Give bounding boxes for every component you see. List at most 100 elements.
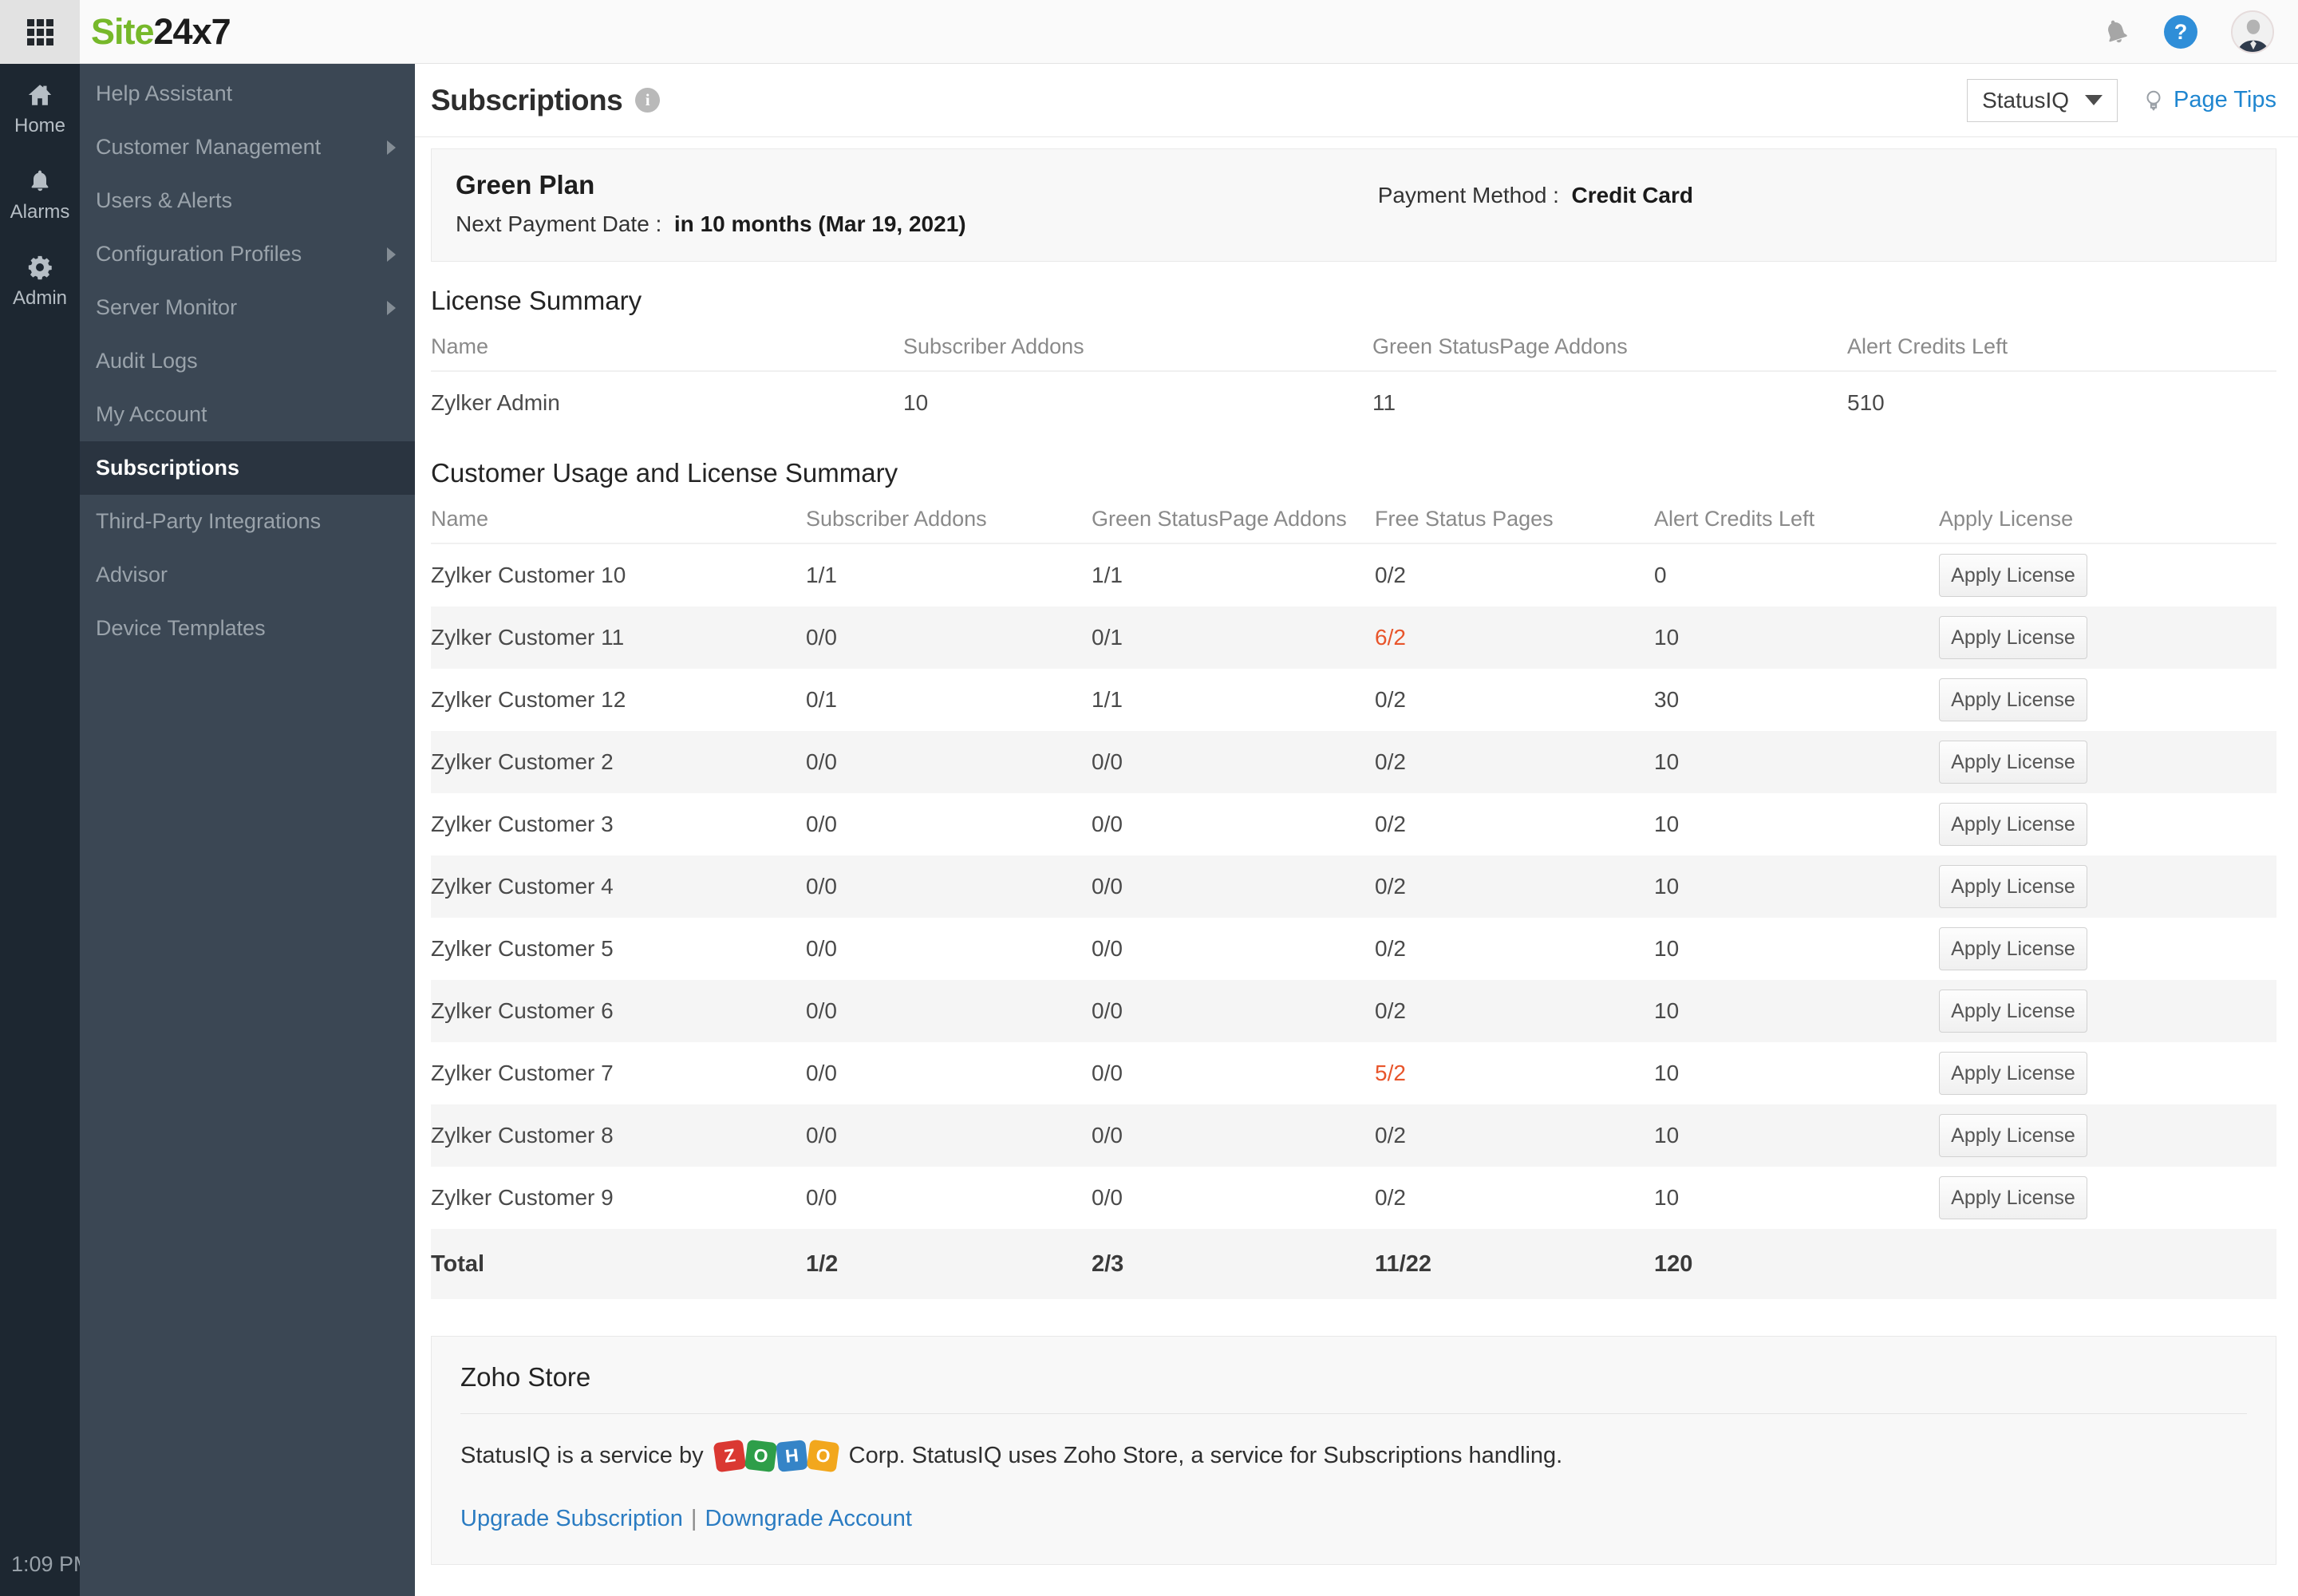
sidebar-menu-item[interactable]: Customer Management (80, 120, 415, 174)
logo-247-text: 24x7 (153, 11, 231, 52)
green-statuspage-addons-cell: 0/0 (1092, 936, 1123, 961)
sidebar-menu-item[interactable]: Users & Alerts (80, 174, 415, 227)
customer-name-cell: Zylker Customer 10 (431, 563, 626, 587)
top-bar: Site 24x7 ? (0, 0, 2298, 64)
upgrade-subscription-link[interactable]: Upgrade Subscription (460, 1506, 683, 1531)
free-status-pages-cell: 6/2 (1375, 625, 1406, 650)
subscriber-addons-cell: 0/0 (806, 936, 837, 961)
rail-item-label: Home (14, 115, 66, 136)
app-grid-button[interactable] (0, 0, 80, 64)
license-summary-table: Name Subscriber Addons Green StatusPage Ad… (431, 322, 2276, 434)
submenu-arrow-icon (387, 140, 396, 155)
apply-license-button[interactable]: Apply License (1939, 678, 2087, 721)
customer-name-cell: Zylker Customer 9 (431, 1185, 614, 1210)
next-payment-value: in 10 months (Mar 19, 2021) (673, 211, 966, 236)
rail-item-label: Alarms (10, 201, 70, 223)
sidebar-menu-item[interactable]: My Account (80, 388, 415, 441)
downgrade-account-link[interactable]: Downgrade Account (705, 1506, 912, 1531)
alert-credits-left-cell: 10 (1654, 998, 1680, 1023)
sidebar-menu-item[interactable]: Server Monitor (80, 281, 415, 334)
page-title: Subscriptions (431, 83, 623, 117)
page-tips-link[interactable]: Page Tips (2142, 87, 2276, 113)
sidebar-item-label: Device Templates (96, 616, 266, 640)
sidebar-menu-item[interactable]: Advisor (80, 548, 415, 602)
sidebar-menu-item[interactable]: Third-Party Integrations (80, 495, 415, 548)
column-header: Name (431, 506, 489, 531)
site24x7-logo: Site 24x7 (91, 0, 231, 64)
sidebar-menu-item[interactable]: Device Templates (80, 602, 415, 655)
page-header: Subscriptions i StatusIQ Page Tips (415, 64, 2298, 137)
free-status-pages-cell: 0/2 (1375, 1123, 1406, 1148)
apply-license-button[interactable]: Apply License (1939, 1176, 2087, 1219)
green-statuspage-addons-cell: 0/0 (1092, 1123, 1123, 1148)
user-avatar[interactable] (2231, 10, 2274, 53)
apply-license-button[interactable]: Apply License (1939, 616, 2087, 659)
free-status-pages-cell: 0/2 (1375, 1185, 1406, 1210)
zoho-store-panel: Zoho Store StatusIQ is a service by ZOHO… (431, 1336, 2276, 1565)
table-row: Zylker Customer 11 0/0 0/1 6/2 10 Apply … (431, 606, 2276, 669)
free-status-pages-cell: 0/2 (1375, 687, 1406, 712)
green-statuspage-addons-cell: 1/1 (1092, 687, 1123, 712)
rail-item-home[interactable]: Home (14, 81, 65, 137)
sidebar-item-label: Advisor (96, 563, 168, 587)
free-status-pages-cell: 0/2 (1375, 563, 1406, 587)
subscriber-addons-cell: 0/0 (806, 998, 837, 1023)
plan-panel: Green Plan Next Payment Date : in 10 mon… (431, 148, 2276, 262)
apply-license-button[interactable]: Apply License (1939, 927, 2087, 970)
zoho-store-title: Zoho Store (460, 1362, 591, 1392)
announcements-bell-icon[interactable] (2098, 14, 2134, 49)
apply-license-button[interactable]: Apply License (1939, 990, 2087, 1033)
total-row: Total 1/2 2/3 11/22 120 (431, 1229, 2276, 1299)
rail-item-admin[interactable]: Admin (13, 254, 67, 310)
subscriber-addons-cell: 0/0 (806, 1123, 837, 1148)
customer-name-cell: Zylker Customer 11 (431, 625, 625, 650)
customer-usage-table: Name Subscriber Addons Green StatusPage Ad… (431, 495, 2276, 1299)
subscriber-addons-cell: 0/0 (806, 749, 837, 774)
apply-license-button[interactable]: Apply License (1939, 803, 2087, 846)
zoho-logo-tile: O (744, 1439, 777, 1473)
customer-name-cell: Zylker Customer 5 (431, 936, 614, 961)
zoho-logo-tile: O (806, 1439, 840, 1473)
sidebar-item-label: Server Monitor (96, 295, 238, 319)
column-header: Green StatusPage Addons (1092, 506, 1347, 531)
column-header: Name (431, 334, 489, 358)
info-icon[interactable]: i (635, 88, 661, 113)
table-row: Zylker Customer 6 0/0 0/0 0/2 10 Apply L… (431, 980, 2276, 1042)
customer-name-cell: Zylker Customer 4 (431, 874, 614, 899)
payment-method-label: Payment Method : (1377, 183, 1559, 207)
statusiq-dropdown[interactable]: StatusIQ (1967, 78, 2118, 122)
free-status-pages-cell: 0/2 (1375, 874, 1406, 899)
rail-item-alarms[interactable]: Alarms (10, 168, 70, 223)
page-tips-label: Page Tips (2174, 87, 2276, 113)
column-header: Subscriber Addons (806, 506, 987, 531)
total-label: Total (431, 1250, 485, 1277)
sidebar-menu-item[interactable]: Audit Logs (80, 334, 415, 388)
apply-license-button[interactable]: Apply License (1939, 741, 2087, 784)
customer-name-cell: Zylker Customer 12 (431, 687, 626, 712)
apply-license-button[interactable]: Apply License (1939, 1052, 2087, 1095)
green-statuspage-addons-cell: 0/0 (1092, 1061, 1123, 1085)
submenu-arrow-icon (387, 247, 396, 262)
table-row: Zylker Customer 2 0/0 0/0 0/2 10 Apply L… (431, 731, 2276, 793)
table-row: Zylker Customer 9 0/0 0/0 0/2 10 Apply L… (431, 1167, 2276, 1229)
payment-method: Payment Method : Credit Card (1378, 170, 1693, 237)
apply-license-button[interactable]: Apply License (1939, 554, 2087, 597)
apply-license-button[interactable]: Apply License (1939, 865, 2087, 908)
table-row: Zylker Customer 10 1/1 1/1 0/2 0 Apply L… (431, 544, 2276, 606)
sidebar-menu-item[interactable]: Subscriptions (80, 441, 415, 495)
alarm-bell-icon (26, 168, 53, 195)
divider (460, 1413, 2247, 1414)
zoho-logo-tile: H (775, 1440, 808, 1472)
table-row: Zylker Customer 7 0/0 0/0 5/2 10 Apply L… (431, 1042, 2276, 1104)
sidebar-menu-item[interactable]: Help Assistant (80, 67, 415, 120)
alert-credits-left-cell: 10 (1654, 936, 1680, 961)
help-icon[interactable]: ? (2164, 15, 2197, 49)
green-statuspage-addons-cell: 1/1 (1092, 563, 1123, 587)
alert-credits-left-cell: 10 (1654, 625, 1680, 650)
sidebar-menu-item[interactable]: Configuration Profiles (80, 227, 415, 281)
sidebar-item-label: Audit Logs (96, 349, 198, 373)
alert-credits-left-cell: 10 (1654, 812, 1680, 836)
total-subscriber: 1/2 (806, 1250, 839, 1277)
apply-license-button[interactable]: Apply License (1939, 1114, 2087, 1157)
total-green: 2/3 (1092, 1250, 1124, 1277)
